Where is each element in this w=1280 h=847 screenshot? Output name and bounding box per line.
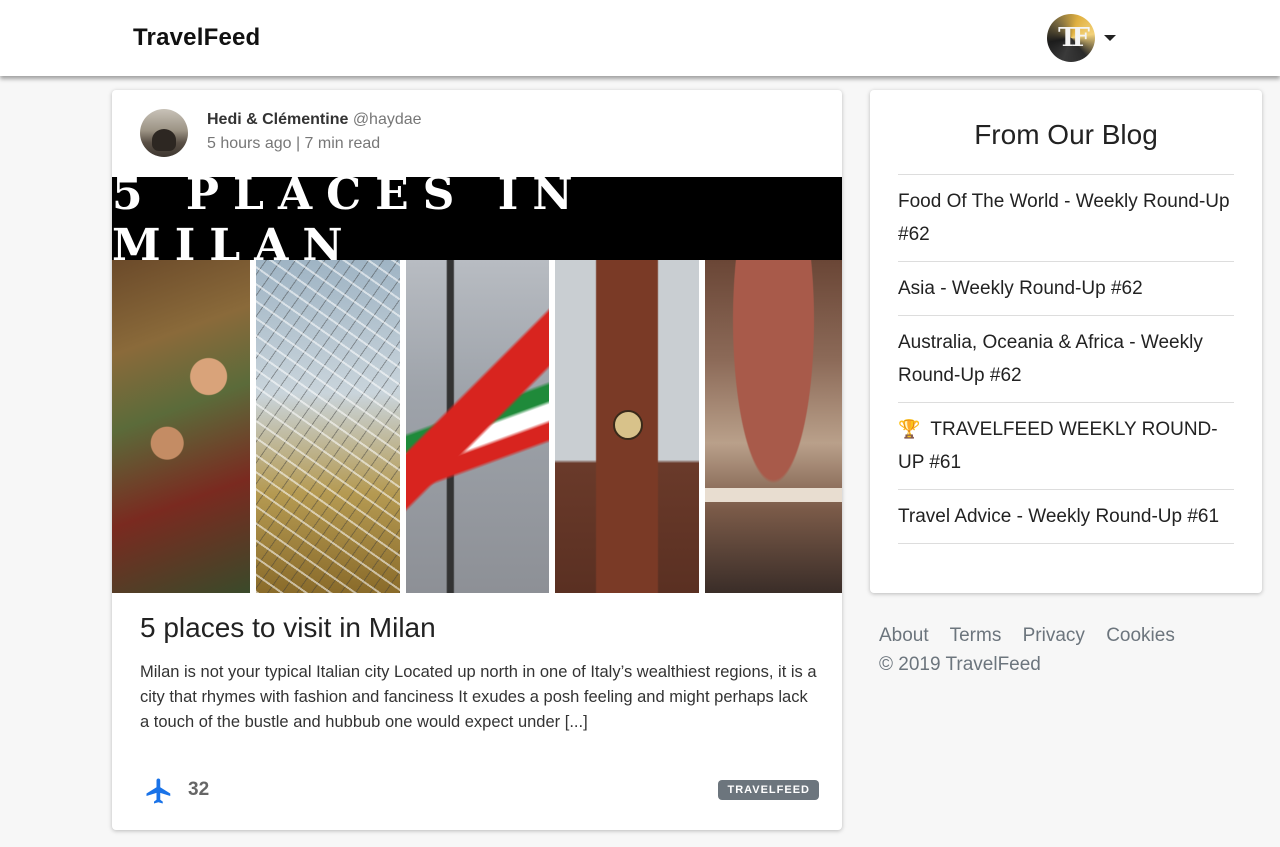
airplane-icon[interactable] xyxy=(144,776,174,806)
privacy-link[interactable]: Privacy xyxy=(1023,625,1085,646)
author-name[interactable]: Hedi & Clémentine xyxy=(207,111,348,128)
post-excerpt: Milan is not your typical Italian city L… xyxy=(140,663,817,731)
blog-item[interactable]: Travel Advice - Weekly Round-Up #61 xyxy=(898,490,1234,544)
post-title[interactable]: 5 places to visit in Milan xyxy=(140,612,436,644)
duomo-flags-photo xyxy=(406,260,549,593)
trophy-icon: 🏆 xyxy=(898,419,921,439)
blog-item[interactable]: Asia - Weekly Round-Up #62 xyxy=(898,262,1234,316)
cookies-link[interactable]: Cookies xyxy=(1106,625,1175,646)
blog-heading: From Our Blog xyxy=(974,119,1158,150)
post-meta: 5 hours ago | 7 min read xyxy=(207,135,381,152)
author-handle[interactable]: @haydae xyxy=(353,111,422,128)
chevron-down-icon[interactable] xyxy=(1104,35,1116,41)
about-link[interactable]: About xyxy=(879,625,929,646)
clock-face xyxy=(613,410,643,440)
top-navbar: TravelFeed TF xyxy=(0,0,1280,76)
post-image[interactable]: 5 PLACES IN MILAN xyxy=(112,169,842,593)
user-avatar[interactable]: TF xyxy=(1047,14,1095,62)
galleria-photo xyxy=(256,260,400,593)
post-card[interactable]: Hedi & Clémentine @haydae 5 hours ago | … xyxy=(112,90,842,830)
last-supper-photo xyxy=(705,260,842,593)
blog-widget: From Our Blog Food Of The World - Weekly… xyxy=(870,90,1262,593)
painting-photo xyxy=(112,260,250,593)
post-actions: 32 TRAVELFEED xyxy=(144,776,819,806)
terms-link[interactable]: Terms xyxy=(950,625,1002,646)
blog-item[interactable]: Australia, Oceania & Africa - Weekly Rou… xyxy=(898,316,1234,403)
author-meta: Hedi & Clémentine @haydae 5 hours ago | … xyxy=(207,109,422,157)
blog-list: Food Of The World - Weekly Round-Up #62 … xyxy=(898,174,1234,544)
user-avatar-monogram: TF xyxy=(1058,23,1090,53)
blog-item[interactable]: Food Of The World - Weekly Round-Up #62 xyxy=(898,175,1234,262)
castle-tower-photo xyxy=(555,260,699,593)
user-menu-button[interactable]: TF xyxy=(1047,14,1119,62)
brand-logo[interactable]: TravelFeed xyxy=(133,24,260,52)
image-banner: 5 PLACES IN MILAN xyxy=(112,169,842,271)
blog-item[interactable]: 🏆 TRAVELFEED WEEKLY ROUND-UP #61 xyxy=(898,403,1234,490)
footer-links: About Terms Privacy Cookies xyxy=(879,625,1191,647)
image-banner-text: 5 PLACES IN MILAN xyxy=(112,168,587,271)
table-detail xyxy=(705,488,842,502)
vote-count: 32 xyxy=(188,779,210,800)
author-avatar[interactable] xyxy=(140,109,188,157)
tag-badge[interactable]: TRAVELFEED xyxy=(718,780,819,800)
author-row: Hedi & Clémentine @haydae 5 hours ago | … xyxy=(140,108,422,158)
copyright-text: © 2019 TravelFeed xyxy=(879,654,1041,675)
